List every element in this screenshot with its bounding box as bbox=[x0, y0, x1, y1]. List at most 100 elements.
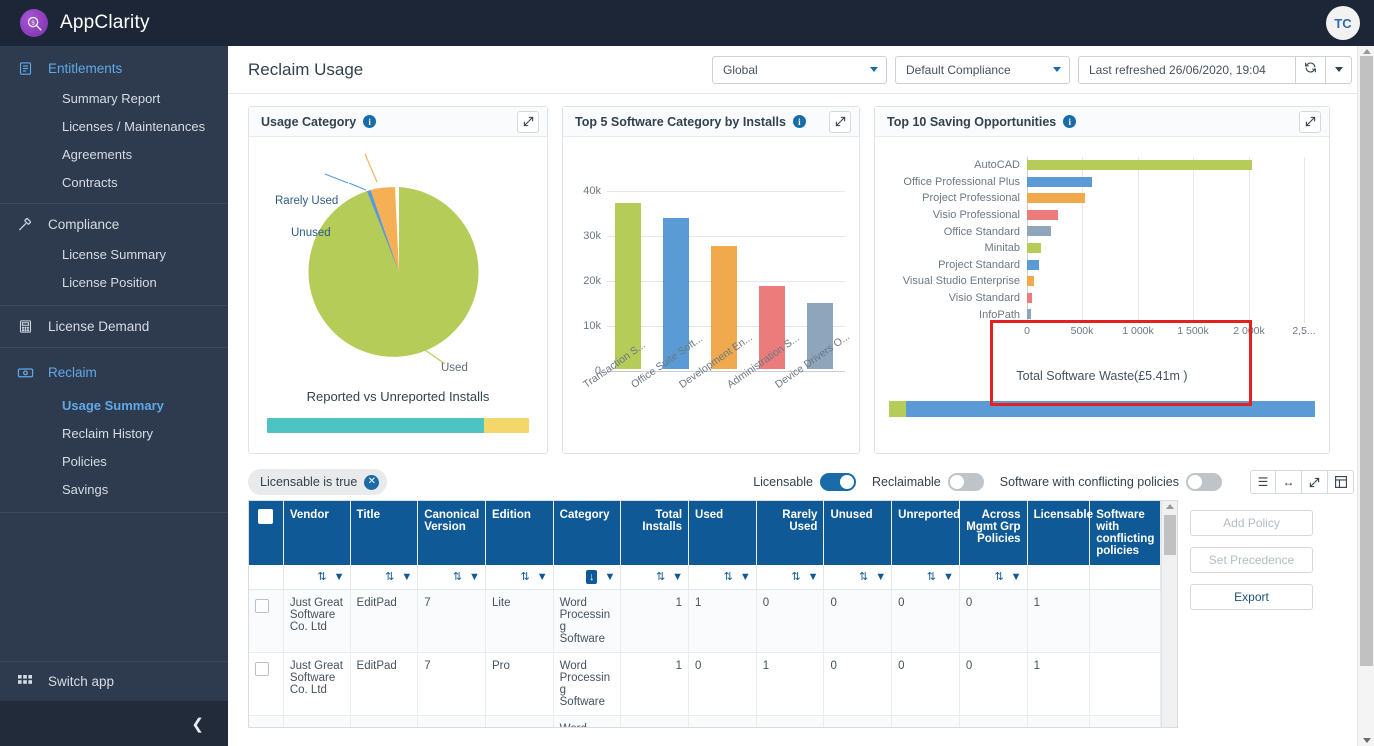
hbar-row[interactable]: Visio Standard bbox=[875, 290, 1329, 307]
row-checkbox[interactable] bbox=[255, 598, 269, 613]
toggle-switch[interactable] bbox=[1186, 473, 1222, 491]
sidebar-item-savings[interactable]: Savings bbox=[0, 476, 228, 504]
toggle-conflicting-policies[interactable]: Software with conflicting policies bbox=[1000, 473, 1222, 491]
funnel-icon[interactable]: ▼ bbox=[875, 571, 886, 583]
select-all-checkbox[interactable] bbox=[258, 509, 273, 524]
active-filter-chip[interactable]: Licensable is true ✕ bbox=[248, 469, 388, 495]
col-unreported[interactable]: Unreported bbox=[891, 501, 960, 565]
col-rarely-used[interactable]: Rarely Used bbox=[756, 501, 825, 565]
row-select-cell[interactable] bbox=[249, 589, 284, 653]
scroll-down-icon[interactable] bbox=[1363, 738, 1371, 743]
sidebar-item-licenses-maintenances[interactable]: Licenses / Maintenances bbox=[0, 113, 228, 141]
sort-icon[interactable]: ⇅ bbox=[656, 570, 665, 583]
refresh-button[interactable] bbox=[1296, 55, 1326, 84]
sidebar-item-reclaim-history[interactable]: Reclaim History bbox=[0, 420, 228, 448]
hbar-row[interactable]: Office Professional Plus bbox=[875, 174, 1329, 191]
table-row[interactable]: Just Great Software Co. Ltd EditPad 7 Li… bbox=[249, 589, 1161, 653]
row-checkbox[interactable] bbox=[255, 661, 269, 676]
col-licensable[interactable]: Licensable bbox=[1027, 501, 1093, 565]
col-title[interactable]: Title bbox=[350, 501, 419, 565]
sidebar-item-license-demand[interactable]: License Demand bbox=[0, 306, 228, 347]
close-circle-icon[interactable]: ✕ bbox=[364, 474, 380, 490]
select-all-header[interactable] bbox=[249, 501, 284, 565]
sort-icon[interactable]: ⇅ bbox=[317, 570, 326, 583]
col-across-mgmt-grp-policies[interactable]: Across Mgmt Grp Policies bbox=[959, 501, 1028, 565]
sidebar-item-compliance[interactable]: Compliance bbox=[0, 208, 228, 241]
sidebar-item-license-summary[interactable]: License Summary bbox=[0, 241, 228, 269]
row-select-cell[interactable] bbox=[249, 652, 284, 716]
brand[interactable]: $ AppClarity bbox=[0, 9, 228, 37]
page-vertical-scrollbar[interactable] bbox=[1357, 46, 1374, 746]
col-edition[interactable]: Edition bbox=[485, 501, 554, 565]
export-button[interactable]: Export bbox=[1190, 584, 1313, 610]
sidebar-collapse-button[interactable]: ❮ bbox=[0, 701, 228, 746]
sidebar-item-usage-summary[interactable]: Usage Summary bbox=[0, 392, 228, 420]
col-software-with-conflicting-policies[interactable]: Software with conflicting policies bbox=[1089, 501, 1161, 565]
hbar-row[interactable]: Office Standard bbox=[875, 223, 1329, 240]
sidebar-item-policies[interactable]: Policies bbox=[0, 448, 228, 476]
col-unused[interactable]: Unused bbox=[823, 501, 893, 565]
sidebar-item-reclaim[interactable]: Reclaim bbox=[0, 352, 228, 392]
hbar-row[interactable]: Visual Studio Enterprise bbox=[875, 273, 1329, 290]
info-icon[interactable]: i bbox=[363, 115, 377, 128]
info-icon[interactable]: i bbox=[792, 115, 806, 128]
add-policy-button[interactable]: Add Policy bbox=[1190, 510, 1313, 536]
switch-app-button[interactable]: Switch app bbox=[0, 661, 228, 701]
expand-arrows-icon[interactable] bbox=[517, 110, 539, 133]
funnel-icon[interactable]: ▼ bbox=[808, 571, 819, 583]
sidebar-item-license-position[interactable]: License Position bbox=[0, 269, 228, 297]
hbar-row[interactable]: Project Professional bbox=[875, 190, 1329, 207]
sort-icon[interactable]: ⇅ bbox=[859, 570, 868, 583]
sidebar-item-agreements[interactable]: Agreements bbox=[0, 141, 228, 169]
expand-arrows-icon[interactable] bbox=[1299, 110, 1321, 133]
toggle-licensable[interactable]: Licensable bbox=[753, 473, 856, 491]
table-row[interactable]: Just Great Software Co. Ltd EditPad 7 Pr… bbox=[249, 652, 1161, 716]
col-total-installs[interactable]: Total Installs bbox=[620, 501, 690, 565]
sidebar-item-summary-report[interactable]: Summary Report bbox=[0, 85, 228, 113]
info-icon[interactable]: i bbox=[1063, 115, 1077, 128]
funnel-icon[interactable]: ▼ bbox=[1011, 571, 1022, 583]
expand-arrows-icon[interactable] bbox=[829, 110, 851, 133]
grid-vertical-scrollbar[interactable] bbox=[1161, 501, 1177, 727]
col-canonical-version[interactable]: Canonical Version bbox=[417, 501, 486, 565]
sort-icon[interactable]: ⇅ bbox=[927, 570, 936, 583]
expand-arrows-icon[interactable] bbox=[1302, 470, 1328, 494]
funnel-icon[interactable]: ▼ bbox=[537, 571, 548, 583]
hbar-row[interactable]: InfoPath bbox=[875, 306, 1329, 323]
funnel-icon[interactable]: ▼ bbox=[604, 571, 615, 583]
sort-icon[interactable]: ⇅ bbox=[994, 570, 1003, 583]
sort-icon[interactable]: ⇅ bbox=[453, 570, 462, 583]
col-vendor[interactable]: Vendor bbox=[283, 501, 351, 565]
funnel-icon[interactable]: ▼ bbox=[401, 571, 412, 583]
col-used[interactable]: Used bbox=[688, 501, 757, 565]
col-category[interactable]: Category bbox=[553, 501, 622, 565]
table-row[interactable]: Word bbox=[249, 715, 1161, 727]
scrollbar-thumb[interactable] bbox=[1360, 56, 1373, 666]
compliance-select[interactable]: Default Compliance bbox=[895, 55, 1070, 84]
sort-icon[interactable]: ⇅ bbox=[724, 570, 733, 583]
hbar-row[interactable]: Project Standard bbox=[875, 257, 1329, 274]
toggle-reclaimable[interactable]: Reclaimable bbox=[872, 473, 984, 491]
funnel-icon[interactable]: ▼ bbox=[740, 571, 751, 583]
sidebar-item-entitlements[interactable]: Entitlements bbox=[0, 52, 228, 85]
row-select-cell[interactable] bbox=[249, 715, 284, 727]
funnel-icon[interactable]: ▼ bbox=[672, 571, 683, 583]
scroll-up-icon[interactable] bbox=[1166, 504, 1174, 509]
refresh-options-button[interactable] bbox=[1326, 55, 1352, 84]
sidebar-item-contracts[interactable]: Contracts bbox=[0, 169, 228, 197]
scrollbar-thumb[interactable] bbox=[1164, 515, 1176, 555]
toggle-switch[interactable] bbox=[819, 473, 856, 491]
sort-icon[interactable]: ⇅ bbox=[385, 570, 394, 583]
hbar-row[interactable]: Visio Professional bbox=[875, 207, 1329, 224]
sort-icon[interactable]: ⇅ bbox=[791, 570, 800, 583]
sort-icon[interactable]: ⇅ bbox=[521, 570, 530, 583]
grid-view-icon[interactable] bbox=[1328, 470, 1354, 494]
hbar-row[interactable]: Minitab bbox=[875, 240, 1329, 257]
funnel-icon[interactable]: ▼ bbox=[943, 571, 954, 583]
scroll-up-icon[interactable] bbox=[1363, 49, 1371, 54]
avatar[interactable]: TC bbox=[1326, 6, 1360, 40]
hbar-row[interactable]: AutoCAD bbox=[875, 157, 1329, 174]
list-view-icon[interactable]: ☰ bbox=[1250, 470, 1276, 494]
funnel-icon[interactable]: ▼ bbox=[334, 571, 345, 583]
funnel-icon[interactable]: ▼ bbox=[469, 571, 480, 583]
